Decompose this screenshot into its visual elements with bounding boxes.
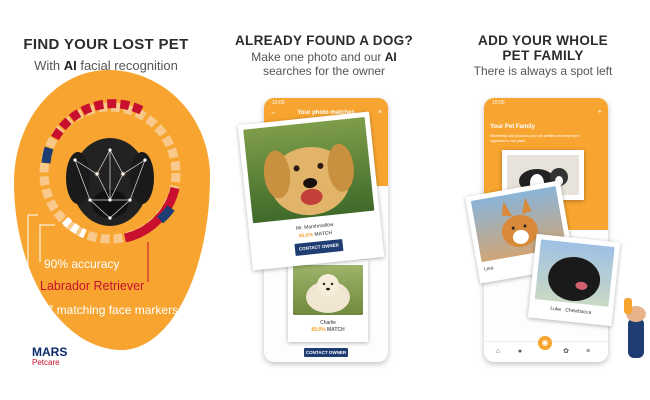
menu-icon[interactable]: ≡: [584, 348, 592, 356]
status-time: 10:00: [492, 100, 505, 106]
petcare-logo-text: Petcare: [32, 358, 60, 367]
close-icon[interactable]: ×: [378, 109, 382, 116]
panel-found-dog: ALREADY FOUND A DOG? Make one photo and …: [218, 0, 430, 400]
phone-screen-title: Your Pet Family: [490, 124, 535, 130]
panel-pet-family: ADD YOUR WHOLE PET FAMILY There is alway…: [436, 0, 650, 400]
phone-screen-desc: Effortlessly add photos to your pet prof…: [490, 134, 580, 143]
stat-accuracy: 90% accuracy: [44, 257, 120, 271]
panel3-title-line1: ADD YOUR WHOLE: [478, 33, 608, 48]
hand-illustration: [624, 298, 646, 358]
match-name: Charlie: [320, 320, 336, 326]
panel-find-lost-pet: FIND YOUR LOST PET With AI facial recogn…: [0, 0, 212, 400]
dog-photo-charlie: [293, 265, 363, 315]
contact-owner-button[interactable]: CONTACT OWNER: [304, 348, 348, 357]
contact-owner-button[interactable]: CONTACT OWNER: [294, 239, 344, 256]
match-percent: 89.8% MATCH: [311, 327, 345, 333]
status-time: 10:00: [272, 100, 285, 106]
panel2-title: ALREADY FOUND A DOG?: [235, 33, 413, 48]
add-pet-icon[interactable]: +: [598, 109, 602, 116]
paw-icon[interactable]: ●: [516, 348, 524, 356]
panel2-subtitle-line2: searches for the owner: [262, 64, 386, 78]
pet-card-black-dog[interactable]: Luke Chewbacca: [527, 233, 621, 327]
stat-face-markers: 17 matching face markers: [40, 303, 179, 317]
panel3-subtitle: There is always a spot left: [473, 64, 613, 78]
home-icon[interactable]: ⌂: [494, 348, 502, 356]
stat-connector-lines: [27, 214, 149, 310]
panel2-subtitle-line1: Make one photo and our AI: [251, 50, 397, 64]
dog-photo-mr-marshmallow: [243, 116, 375, 224]
pets-icon[interactable]: ✿: [562, 348, 570, 356]
mars-logo: MARS: [32, 345, 68, 359]
match-card-1[interactable]: Mr. Marshmallow 95.6% MATCH CONTACT OWNE…: [237, 111, 385, 271]
bottom-nav: ⌂ ● ◉ ✿ ≡: [484, 336, 608, 362]
panel3-title-line2: PET FAMILY: [502, 48, 584, 63]
stat-breed: Labrador Retriever: [40, 279, 145, 293]
camera-icon[interactable]: ◉: [538, 336, 552, 350]
pet-photo-black-dog: [534, 239, 615, 307]
match-card-2[interactable]: Charlie 89.8% MATCH: [288, 260, 368, 342]
